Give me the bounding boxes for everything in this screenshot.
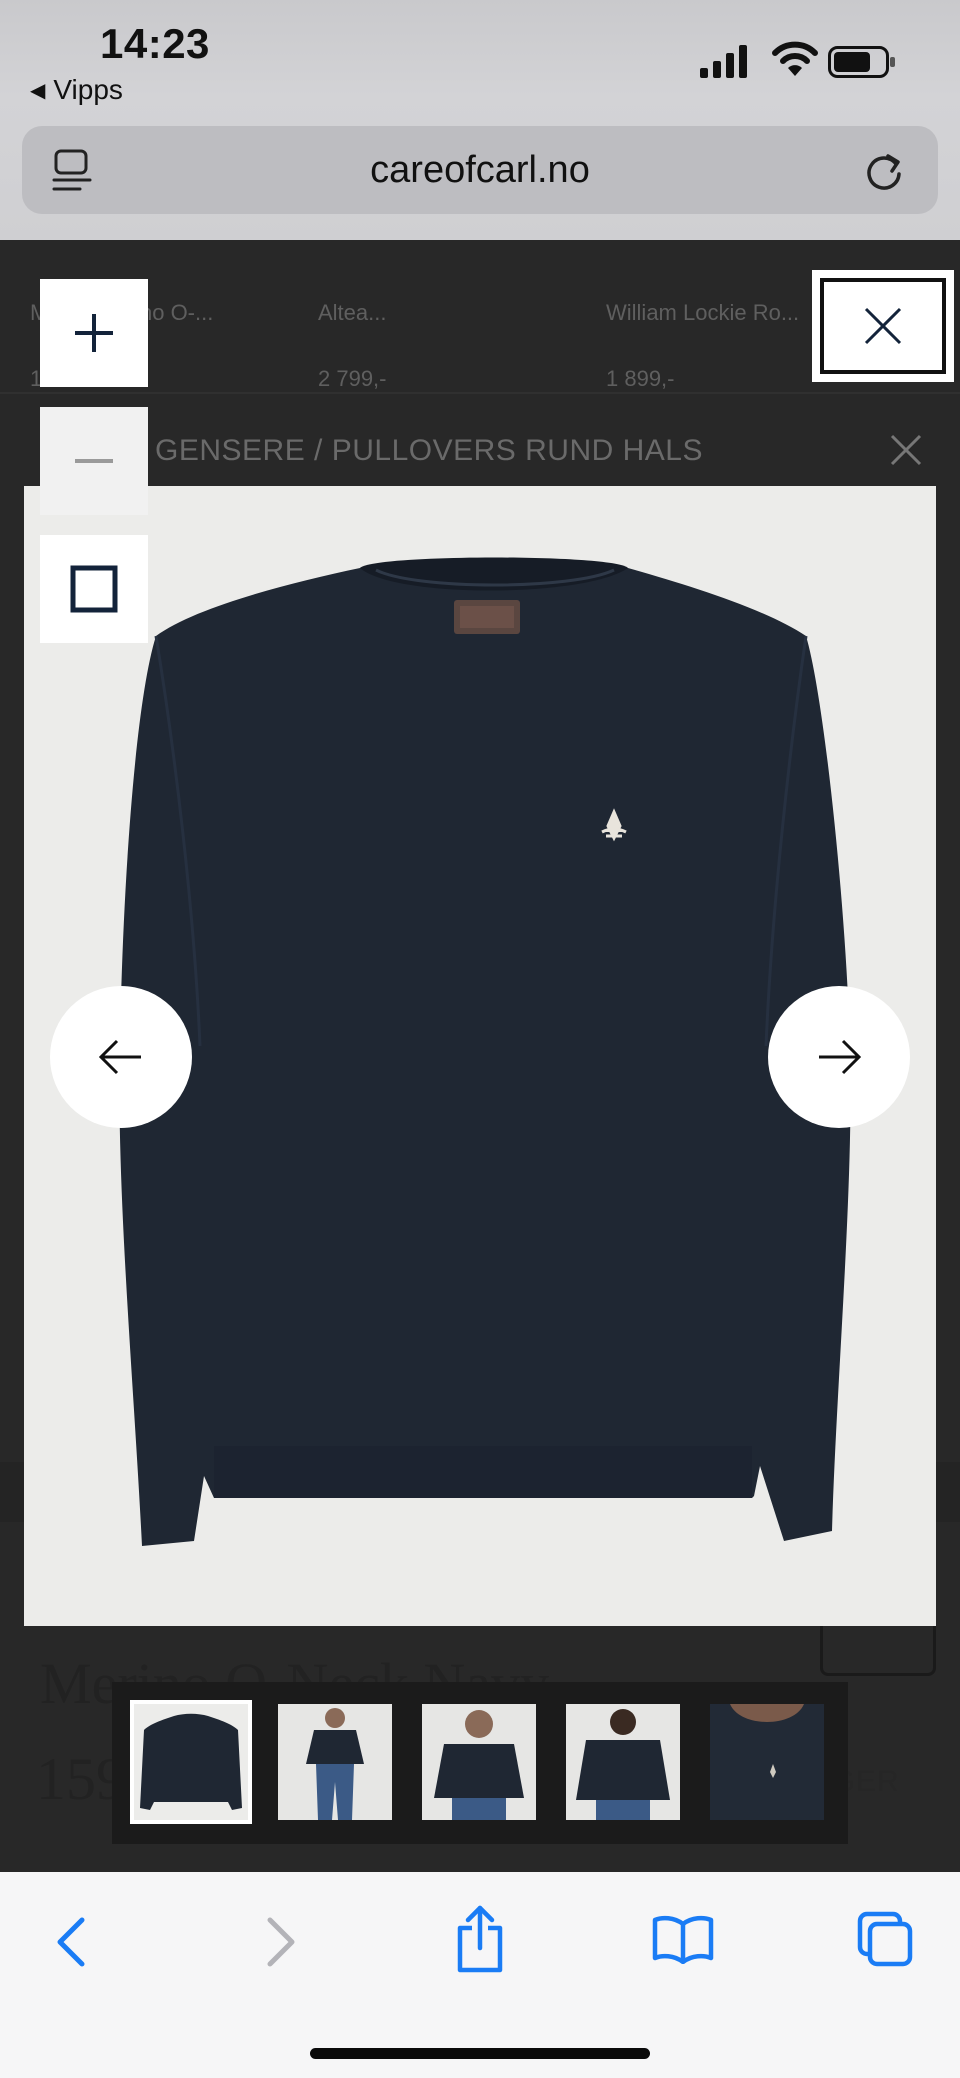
- wifi-icon: [772, 41, 818, 76]
- breadcrumb: GENSERE / PULLOVERS RUND HALS: [155, 434, 703, 467]
- reload-icon[interactable]: [862, 148, 906, 194]
- previous-image-button[interactable]: [50, 986, 192, 1128]
- next-image-button[interactable]: [768, 986, 910, 1128]
- thumbnail-image: [422, 1704, 536, 1820]
- related-product-price: 2 799,-: [318, 366, 387, 391]
- thumbnail-image: [278, 1704, 392, 1820]
- zoom-in-button[interactable]: [40, 279, 148, 387]
- minus-icon: [75, 459, 113, 463]
- thumbnail-front[interactable]: [130, 1700, 252, 1824]
- home-indicator[interactable]: [310, 2048, 650, 2059]
- related-product-name: Altea...: [318, 300, 387, 325]
- url-text: careofcarl.no: [370, 149, 590, 191]
- thumbnail-worn-full[interactable]: [278, 1704, 392, 1820]
- forward-icon[interactable]: [260, 1912, 300, 1972]
- related-product-name: William Lockie Ro...: [606, 300, 800, 325]
- plus-icon: [75, 314, 113, 352]
- back-app-label: Vipps: [53, 74, 123, 105]
- back-icon[interactable]: [52, 1912, 92, 1972]
- thumbnail-strip: [112, 1682, 848, 1844]
- thumbnail-worn-front[interactable]: [422, 1704, 536, 1820]
- status-time: 14:23: [100, 20, 210, 67]
- thumbnail-image: [134, 1704, 248, 1820]
- tabs-icon[interactable]: [856, 1910, 914, 1968]
- arrow-right-icon: [819, 1039, 861, 1075]
- thumbnail-image: [710, 1704, 824, 1820]
- square-icon: [70, 565, 118, 613]
- address-bar[interactable]: careofcarl.no: [22, 126, 938, 214]
- brand-badge: [820, 1618, 936, 1676]
- thumbnail-worn-back[interactable]: [566, 1704, 680, 1820]
- close-menu-icon: [890, 434, 922, 466]
- back-to-app-link[interactable]: ◀ Vipps: [30, 74, 123, 106]
- arrow-left-icon: [99, 1039, 141, 1075]
- divider: [0, 392, 960, 394]
- thumbnail-detail[interactable]: [710, 1704, 824, 1820]
- thumbnail-image: [566, 1704, 680, 1820]
- related-product-price: 1 899,-: [606, 366, 675, 391]
- back-triangle-icon: ◀: [30, 80, 46, 102]
- browser-top-bar: 14:23 ◀ Vipps careofcarl.no: [0, 0, 960, 240]
- bookmarks-icon[interactable]: [652, 1914, 714, 1964]
- battery-icon: [828, 46, 895, 78]
- close-icon: [864, 307, 902, 345]
- zoom-out-button[interactable]: [40, 407, 148, 515]
- cellular-signal-icon: [700, 45, 747, 78]
- close-viewer-button[interactable]: [812, 270, 954, 382]
- fit-screen-button[interactable]: [40, 535, 148, 643]
- share-icon[interactable]: [454, 1904, 506, 1974]
